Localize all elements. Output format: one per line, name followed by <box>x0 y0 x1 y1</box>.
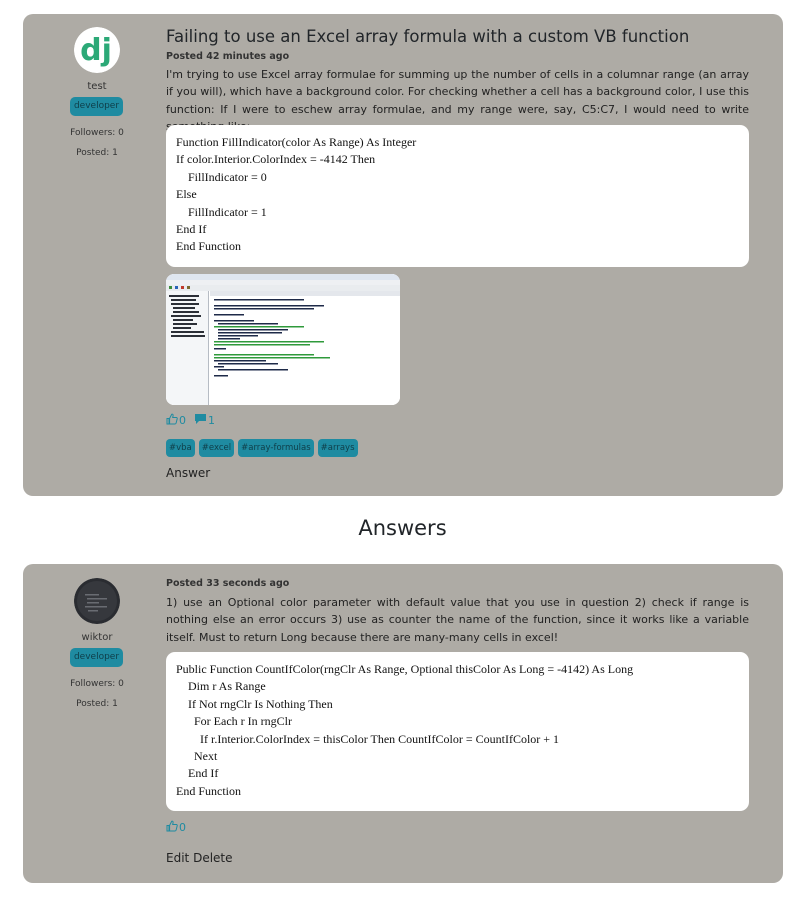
question-title[interactable]: Failing to use an Excel array formula wi… <box>166 27 689 46</box>
role-badge: developer <box>70 97 123 116</box>
like-button[interactable]: 0 <box>166 820 186 835</box>
answer-body: 1) use an Optional color parameter with … <box>166 596 749 644</box>
role-badge: developer <box>70 648 123 667</box>
like-count: 0 <box>179 821 186 834</box>
followers-count: Followers: 0 <box>70 128 124 138</box>
code-line: End Function <box>176 783 241 798</box>
code-line: End Function <box>176 239 241 254</box>
code-line: End If <box>176 221 207 236</box>
answer-link[interactable]: Answer <box>166 466 210 480</box>
code-line: If r.Interior.ColorIndex = thisColor The… <box>176 731 560 746</box>
code-line: For Each r In rngClr <box>176 714 292 729</box>
code-line: If color.Interior.ColorIndex = -4142 The… <box>176 152 376 167</box>
answers-heading: Answers <box>358 516 447 540</box>
code-line: FillIndicator = 0 <box>176 169 267 184</box>
tag-badge[interactable]: #excel <box>198 439 235 457</box>
question-reactions: 0 1 <box>166 413 215 428</box>
author-avatar[interactable] <box>74 578 120 624</box>
comment-count: 1 <box>208 414 215 427</box>
comments-button[interactable]: 1 <box>194 413 215 428</box>
like-button[interactable]: 0 <box>166 413 186 428</box>
thumbs-up-icon <box>166 413 178 428</box>
question-tags: #vba #excel #array-formulas #arrays <box>166 439 358 457</box>
posted-count: Posted: 1 <box>76 148 118 158</box>
answer-reactions: 0 <box>166 820 186 835</box>
django-logo-text: dj <box>80 33 112 68</box>
thumbs-up-icon <box>166 820 178 835</box>
question-card: dj test developer Followers: 0 Posted: 1… <box>23 14 783 496</box>
tag-badge[interactable]: #arrays <box>317 439 358 457</box>
answer-actions: Edit Delete <box>166 851 233 865</box>
answer-code-block: Public Function CountIfColor(rngClr As R… <box>166 652 749 811</box>
comment-icon <box>194 413 207 428</box>
edit-link[interactable]: Edit <box>166 851 189 865</box>
answer-posted-time: Posted 33 seconds ago <box>166 578 290 589</box>
question-code-block: Function FillIndicator(color As Range) A… <box>166 125 749 267</box>
question-screenshot[interactable] <box>166 274 400 405</box>
author-username[interactable]: wiktor <box>23 632 171 643</box>
code-line: Else <box>176 187 197 202</box>
code-line: If Not rngClr Is Nothing Then <box>176 696 333 711</box>
tag-badge[interactable]: #array-formulas <box>238 439 314 457</box>
followers-count: Followers: 0 <box>70 679 124 689</box>
code-line: Next <box>176 748 218 763</box>
posted-count: Posted: 1 <box>76 699 118 709</box>
code-line: Dim r As Range <box>176 679 266 694</box>
code-line: End If <box>176 766 219 781</box>
question-posted-time: Posted 42 minutes ago <box>166 51 290 62</box>
author-avatar[interactable]: dj <box>74 27 120 73</box>
tag-badge[interactable]: #vba <box>166 439 195 457</box>
code-line: Function FillIndicator(color As Range) A… <box>176 135 417 149</box>
code-line: Public Function CountIfColor(rngClr As R… <box>176 662 634 676</box>
author-username[interactable]: test <box>23 81 171 92</box>
like-count: 0 <box>179 414 186 427</box>
answer-card: wiktor developer Followers: 0 Posted: 1 … <box>23 564 783 883</box>
delete-link[interactable]: Delete <box>193 851 232 865</box>
code-line: FillIndicator = 1 <box>176 204 267 219</box>
